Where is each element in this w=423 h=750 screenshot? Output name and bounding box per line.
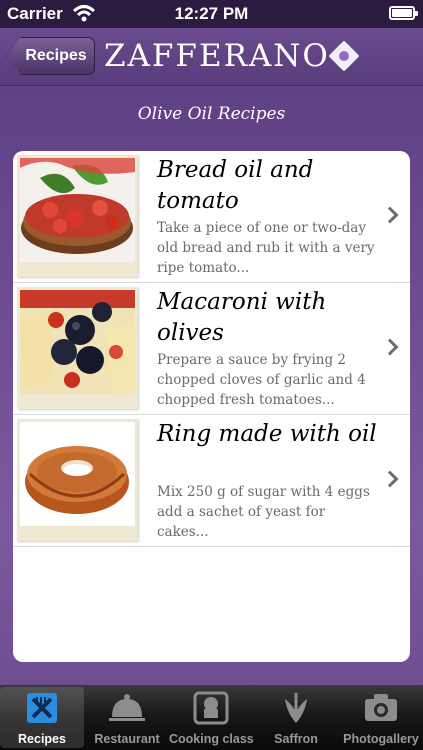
chevron-right-icon xyxy=(381,470,399,488)
recipe-row-ring-cake[interactable]: Ring made with oil Mix 250 g of sugar wi… xyxy=(13,415,410,547)
saffron-icon xyxy=(285,693,307,723)
tab-label: Restaurant xyxy=(94,732,160,746)
tab-restaurant[interactable]: Restaurant xyxy=(85,687,169,748)
recipe-title: Macaroni with olives xyxy=(157,289,327,346)
tab-saffron[interactable]: Saffron xyxy=(254,687,338,748)
navigation-bar: Recipes ZAFFERANO xyxy=(0,28,423,86)
cloche-icon xyxy=(109,694,145,721)
clock: 12:27 PM xyxy=(174,4,249,23)
chevron-right-icon xyxy=(381,338,399,356)
tab-label: Saffron xyxy=(274,732,318,746)
app-title: ZAFFERANO xyxy=(104,38,330,74)
tab-recipes[interactable]: Recipes xyxy=(0,687,84,748)
recipe-thumbnail xyxy=(17,419,138,541)
back-button[interactable]: Recipes xyxy=(7,37,95,75)
recipe-list: Bread oil and tomato Take a piece of one… xyxy=(13,151,410,662)
status-bar: Carrier 12:27 PM xyxy=(0,0,423,28)
recipe-thumbnail xyxy=(17,287,138,409)
camera-icon xyxy=(365,694,397,721)
recipe-description: Prepare a sauce by frying 2 chopped clov… xyxy=(157,352,366,408)
tab-label: Recipes xyxy=(18,732,66,746)
screen: Carrier 12:27 PM Recipes ZAFFERANO Olive… xyxy=(0,0,423,750)
tab-label: Photogallery xyxy=(343,732,419,746)
recipe-thumbnail xyxy=(17,155,138,277)
battery-icon xyxy=(389,6,418,20)
recipe-description: Mix 250 g of sugar with 4 eggs add a sac… xyxy=(157,484,370,540)
recipe-title: Ring made with oil xyxy=(157,421,377,447)
recipe-row-bread[interactable]: Bread oil and tomato Take a piece of one… xyxy=(13,151,410,283)
tab-photogallery[interactable]: Photogallery xyxy=(339,687,423,748)
chevron-right-icon xyxy=(381,206,399,224)
tab-cooking-class[interactable]: Cooking class xyxy=(169,687,254,748)
recipe-title: Bread oil and tomato xyxy=(157,157,314,214)
tab-label: Cooking class xyxy=(169,732,254,746)
ring-cake-image xyxy=(20,422,135,526)
recipe-description: Take a piece of one or two-day old bread… xyxy=(157,220,375,276)
chef-icon xyxy=(193,691,229,725)
recipes-icon xyxy=(27,693,57,723)
section-title: Olive Oil Recipes xyxy=(137,104,286,124)
bruschetta-image xyxy=(20,158,135,262)
saffron-logo-icon xyxy=(328,40,360,72)
recipe-row-macaroni[interactable]: Macaroni with olives Prepare a sauce by … xyxy=(13,283,410,415)
tab-bar: Recipes Restaurant Cooking class Saffron… xyxy=(0,685,423,750)
macaroni-image xyxy=(20,290,135,394)
